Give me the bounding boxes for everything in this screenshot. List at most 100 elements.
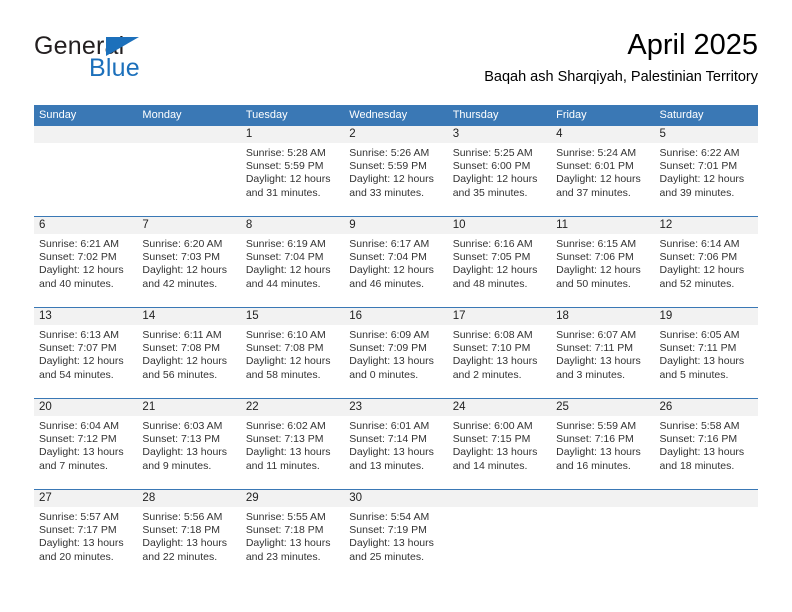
day-cell[interactable]: 16 Sunrise: 6:09 AM Sunset: 7:09 PM Dayl… [344, 308, 447, 398]
day-cell[interactable]: 1 Sunrise: 5:28 AM Sunset: 5:59 PM Dayli… [241, 126, 344, 216]
day-cell[interactable] [551, 490, 654, 580]
daylight-text-line1: Daylight: 13 hours [39, 537, 124, 550]
daylight-text-line2: and 52 minutes. [659, 277, 735, 290]
day-cell[interactable]: 28 Sunrise: 5:56 AM Sunset: 7:18 PM Dayl… [137, 490, 240, 580]
day-cell[interactable]: 15 Sunrise: 6:10 AM Sunset: 7:08 PM Dayl… [241, 308, 344, 398]
calendar-page: General Blue April 2025 Baqah ash Sharqi… [0, 0, 792, 612]
brand-logo[interactable]: General Blue [34, 34, 254, 90]
sunset-text: Sunset: 7:08 PM [245, 342, 324, 355]
sunrise-text: Sunrise: 6:07 AM [556, 329, 637, 341]
day-number: 23 [349, 401, 363, 413]
day-info: Sunrise: 6:10 AM Sunset: 7:08 PM Dayligh… [246, 329, 339, 382]
day-cell[interactable]: 18 Sunrise: 6:07 AM Sunset: 7:11 PM Dayl… [551, 308, 654, 398]
day-number: 18 [556, 310, 569, 322]
day-cell[interactable]: 17 Sunrise: 6:08 AM Sunset: 7:10 PM Dayl… [448, 308, 551, 398]
calendar-week-row: 13 Sunrise: 6:13 AM Sunset: 7:07 PM Dayl… [34, 307, 758, 398]
day-info: Sunrise: 6:05 AM Sunset: 7:11 PM Dayligh… [660, 329, 753, 382]
day-cell[interactable]: 25 Sunrise: 5:59 AM Sunset: 7:16 PM Dayl… [551, 399, 654, 489]
day-cell[interactable] [137, 126, 240, 216]
sunrise-text: Sunrise: 6:15 AM [556, 238, 637, 250]
day-cell[interactable]: 12 Sunrise: 6:14 AM Sunset: 7:06 PM Dayl… [655, 217, 758, 307]
daylight-text-line1: Daylight: 12 hours [39, 355, 124, 368]
day-cell[interactable] [655, 490, 758, 580]
day-number: 15 [245, 310, 259, 322]
day-number: 30 [349, 492, 363, 504]
day-cell[interactable]: 5 Sunrise: 6:22 AM Sunset: 7:01 PM Dayli… [655, 126, 758, 216]
day-cell[interactable]: 7 Sunrise: 6:20 AM Sunset: 7:03 PM Dayli… [137, 217, 240, 307]
sunrise-text: Sunrise: 6:08 AM [452, 329, 533, 341]
day-info: Sunrise: 6:03 AM Sunset: 7:13 PM Dayligh… [142, 420, 235, 473]
daylight-text-line2: and 54 minutes. [39, 368, 114, 381]
day-cell[interactable]: 30 Sunrise: 5:54 AM Sunset: 7:19 PM Dayl… [344, 490, 447, 580]
daylight-text-line2: and 42 minutes. [142, 277, 218, 290]
daylight-text-line1: Daylight: 12 hours [39, 264, 124, 277]
day-cell[interactable]: 9 Sunrise: 6:17 AM Sunset: 7:04 PM Dayli… [344, 217, 447, 307]
day-number: 8 [245, 219, 253, 231]
sunset-text: Sunset: 7:12 PM [39, 433, 117, 446]
sunrise-text: Sunrise: 6:05 AM [659, 329, 740, 341]
daylight-text-line1: Daylight: 13 hours [349, 355, 434, 368]
day-info: Sunrise: 6:04 AM Sunset: 7:12 PM Dayligh… [39, 420, 132, 473]
day-cell[interactable]: 13 Sunrise: 6:13 AM Sunset: 7:07 PM Dayl… [34, 308, 137, 398]
daylight-text-line2: and 9 minutes. [142, 459, 212, 472]
sunrise-text: Sunrise: 6:13 AM [39, 329, 119, 341]
day-number: 1 [245, 128, 253, 140]
day-cell[interactable]: 6 Sunrise: 6:21 AM Sunset: 7:02 PM Dayli… [34, 217, 137, 307]
day-cell[interactable]: 11 Sunrise: 6:15 AM Sunset: 7:06 PM Dayl… [551, 217, 654, 307]
day-info: Sunrise: 6:16 AM Sunset: 7:05 PM Dayligh… [453, 238, 546, 291]
daylight-text-line1: Daylight: 12 hours [556, 173, 641, 186]
day-cell[interactable]: 3 Sunrise: 5:25 AM Sunset: 6:00 PM Dayli… [448, 126, 551, 216]
day-info: Sunrise: 5:26 AM Sunset: 5:59 PM Dayligh… [349, 147, 442, 200]
day-info: Sunrise: 6:07 AM Sunset: 7:11 PM Dayligh… [556, 329, 649, 382]
sunset-text: Sunset: 7:18 PM [142, 524, 221, 537]
daylight-text-line2: and 5 minutes. [659, 368, 729, 381]
day-cell[interactable]: 29 Sunrise: 5:55 AM Sunset: 7:18 PM Dayl… [241, 490, 344, 580]
day-info: Sunrise: 6:19 AM Sunset: 7:04 PM Dayligh… [246, 238, 339, 291]
sunset-text: Sunset: 7:03 PM [142, 251, 221, 264]
day-cell[interactable]: 14 Sunrise: 6:11 AM Sunset: 7:08 PM Dayl… [137, 308, 240, 398]
day-info: Sunrise: 5:58 AM Sunset: 7:16 PM Dayligh… [660, 420, 753, 473]
sunrise-text: Sunrise: 5:54 AM [349, 511, 430, 523]
daylight-text-line1: Daylight: 12 hours [349, 264, 434, 277]
day-info: Sunrise: 6:09 AM Sunset: 7:09 PM Dayligh… [349, 329, 442, 382]
day-cell[interactable]: 4 Sunrise: 5:24 AM Sunset: 6:01 PM Dayli… [551, 126, 654, 216]
daylight-text-line2: and 16 minutes. [556, 459, 631, 472]
daylight-text-line2: and 46 minutes. [349, 277, 424, 290]
sunrise-text: Sunrise: 5:55 AM [245, 511, 326, 523]
sunset-text: Sunset: 7:08 PM [142, 342, 221, 355]
daylight-text-line2: and 25 minutes. [349, 550, 424, 563]
day-cell[interactable]: 27 Sunrise: 5:57 AM Sunset: 7:17 PM Dayl… [34, 490, 137, 580]
day-cell[interactable]: 19 Sunrise: 6:05 AM Sunset: 7:11 PM Dayl… [655, 308, 758, 398]
sunrise-text: Sunrise: 6:22 AM [659, 147, 740, 159]
sunset-text: Sunset: 5:59 PM [245, 160, 324, 173]
day-info: Sunrise: 5:28 AM Sunset: 5:59 PM Dayligh… [246, 147, 339, 200]
day-cell[interactable]: 23 Sunrise: 6:01 AM Sunset: 7:14 PM Dayl… [344, 399, 447, 489]
day-info: Sunrise: 5:55 AM Sunset: 7:18 PM Dayligh… [246, 511, 339, 564]
day-cell[interactable]: 20 Sunrise: 6:04 AM Sunset: 7:12 PM Dayl… [34, 399, 137, 489]
sunrise-text: Sunrise: 5:58 AM [659, 420, 740, 432]
sunrise-text: Sunrise: 6:01 AM [349, 420, 430, 432]
daylight-text-line2: and 56 minutes. [142, 368, 218, 381]
day-cell[interactable]: 26 Sunrise: 5:58 AM Sunset: 7:16 PM Dayl… [655, 399, 758, 489]
day-number: 16 [349, 310, 363, 322]
daylight-text-line2: and 33 minutes. [349, 186, 424, 199]
sunset-text: Sunset: 7:11 PM [556, 342, 633, 355]
day-info: Sunrise: 5:57 AM Sunset: 7:17 PM Dayligh… [39, 511, 132, 564]
day-cell[interactable]: 8 Sunrise: 6:19 AM Sunset: 7:04 PM Dayli… [241, 217, 344, 307]
day-number: 20 [39, 401, 52, 413]
day-cell[interactable]: 24 Sunrise: 6:00 AM Sunset: 7:15 PM Dayl… [448, 399, 551, 489]
day-info: Sunrise: 5:24 AM Sunset: 6:01 PM Dayligh… [556, 147, 649, 200]
daylight-text-line2: and 20 minutes. [39, 550, 114, 563]
day-cell[interactable] [34, 126, 137, 216]
daylight-text-line2: and 14 minutes. [452, 459, 528, 472]
daylight-text-line1: Daylight: 13 hours [39, 446, 124, 459]
daylight-text-line2: and 40 minutes. [39, 277, 114, 290]
sunset-text: Sunset: 7:04 PM [349, 251, 427, 264]
day-cell[interactable]: 22 Sunrise: 6:02 AM Sunset: 7:13 PM Dayl… [241, 399, 344, 489]
day-cell[interactable]: 10 Sunrise: 6:16 AM Sunset: 7:05 PM Dayl… [448, 217, 551, 307]
day-cell[interactable]: 21 Sunrise: 6:03 AM Sunset: 7:13 PM Dayl… [137, 399, 240, 489]
day-cell[interactable] [448, 490, 551, 580]
day-number: 29 [245, 492, 259, 504]
weekday-header-wednesday: Wednesday [349, 109, 408, 121]
day-cell[interactable]: 2 Sunrise: 5:26 AM Sunset: 5:59 PM Dayli… [344, 126, 447, 216]
